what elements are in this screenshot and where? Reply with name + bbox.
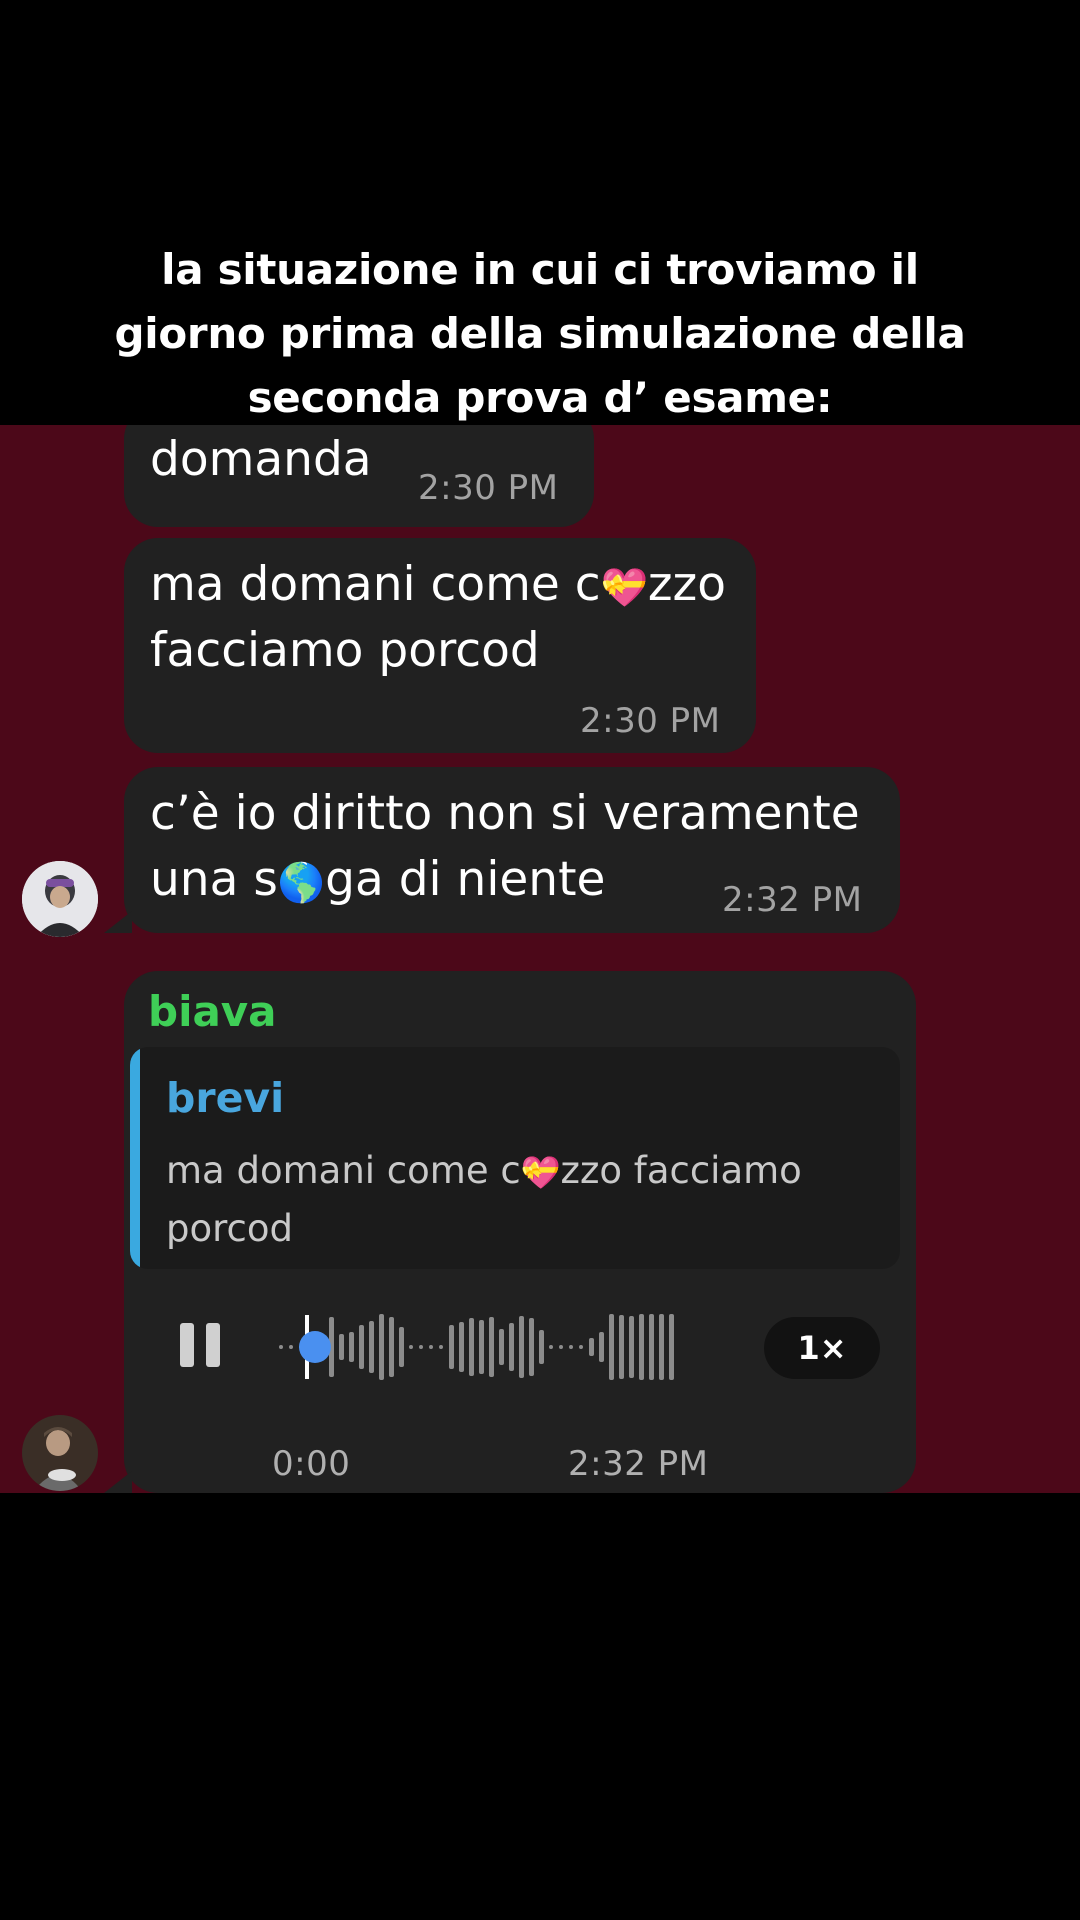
voice-message-bubble[interactable]: biava brevi ma domani come c💝zzo facciam… (124, 971, 916, 1493)
waveform-bar (669, 1314, 674, 1380)
caption-line: giorno prima della simulazione della (114, 309, 966, 358)
waveform-bar (539, 1330, 544, 1364)
message-text: domanda (150, 432, 372, 487)
waveform-bar (589, 1338, 594, 1356)
playback-speed-button[interactable]: 1× (764, 1317, 880, 1379)
avatar-image (22, 1415, 98, 1491)
message-text: una s🌎ga di niente (150, 847, 605, 916)
waveform-bar (599, 1332, 604, 1362)
chat-area: domanda 2:30 PM ma domani come c💝zzo fac… (0, 425, 1080, 1493)
waveform-bar (439, 1345, 443, 1349)
avatar[interactable] (22, 861, 98, 937)
pause-icon[interactable] (180, 1323, 222, 1367)
waveform-bar (479, 1320, 484, 1374)
waveform-bar (509, 1323, 514, 1371)
waveform-bar (379, 1314, 384, 1380)
message-time: 2:30 PM (418, 468, 559, 508)
waveform-bar (649, 1314, 654, 1380)
waveform-bar (369, 1321, 374, 1373)
text-fragment: zzo (647, 557, 726, 612)
text-fragment: una s (150, 852, 278, 907)
waveform-bar (659, 1314, 664, 1380)
waveform-bar (619, 1315, 624, 1379)
waveform-bar (339, 1334, 344, 1360)
message-time: 2:30 PM (580, 701, 721, 741)
waveform-bar (519, 1316, 524, 1378)
bubble-tail (104, 1471, 132, 1493)
text-fragment: porcod (166, 1206, 293, 1250)
reply-quote[interactable]: brevi ma domani come c💝zzo facciamo porc… (130, 1047, 900, 1269)
text-fragment: ma domani come c (166, 1149, 521, 1192)
waveform-bar (279, 1345, 283, 1349)
waveform-bar (559, 1345, 563, 1349)
waveform-bar (579, 1345, 583, 1349)
waveform-bar (349, 1332, 354, 1362)
text-fragment: ma domani come c (150, 557, 601, 612)
waveform-bar (399, 1327, 404, 1367)
heart-ribbon-emoji: 💝 (520, 1153, 561, 1192)
reply-text: ma domani come c💝zzo facciamo porcod (166, 1143, 866, 1257)
waveform-bar (639, 1314, 644, 1380)
heart-ribbon-emoji: 💝 (600, 565, 648, 610)
waveform-bar (469, 1318, 474, 1376)
message-time: 2:32 PM (568, 1444, 709, 1484)
message-bubble[interactable]: ma domani come c💝zzo facciamo porcod 2:3… (124, 538, 756, 753)
caption-line: la situazione in cui ci troviamo il (161, 245, 919, 294)
waveform-bar (409, 1345, 413, 1349)
waveform-bar (489, 1317, 494, 1377)
waveform-bar (419, 1345, 423, 1349)
waveform-bar (449, 1325, 454, 1369)
text-fragment: zzo facciamo (560, 1149, 802, 1192)
waveform-bar (609, 1314, 614, 1380)
bubble-tail (104, 911, 132, 933)
waveform-bar (569, 1345, 573, 1349)
waveform-bar (549, 1345, 553, 1349)
message-bubble[interactable]: c’è io diritto non si veramente una s🌎ga… (124, 767, 900, 933)
avatar[interactable] (22, 1415, 98, 1491)
reply-accent-bar (130, 1047, 140, 1269)
globe-emoji: 🌎 (277, 860, 326, 905)
reply-author: brevi (166, 1074, 285, 1122)
sender-name[interactable]: biava (148, 979, 277, 1045)
waveform-bar (459, 1322, 464, 1372)
message-bubble[interactable]: domanda 2:30 PM (124, 425, 594, 527)
playback-handle[interactable] (299, 1331, 331, 1363)
message-text: c’è io diritto non si veramente (150, 786, 860, 841)
elapsed-time: 0:00 (272, 1444, 351, 1484)
caption-line: seconda prova d’ esame: (247, 373, 833, 422)
waveform-bar (629, 1316, 634, 1378)
waveform-bar (389, 1317, 394, 1377)
waveform-bar (529, 1318, 534, 1376)
avatar-image (22, 861, 98, 937)
waveform-bar (499, 1329, 504, 1365)
waveform-bar (429, 1345, 433, 1349)
message-text: ma domani come c💝zzo (150, 552, 726, 621)
message-text: facciamo porcod (150, 623, 540, 678)
text-fragment: ga di niente (325, 852, 606, 907)
message-time: 2:32 PM (722, 880, 863, 920)
waveform-bar (359, 1325, 364, 1369)
audio-waveform[interactable] (279, 1311, 699, 1383)
waveform-bar (289, 1345, 293, 1349)
video-caption: la situazione in cui ci troviamo il gior… (60, 238, 1020, 430)
